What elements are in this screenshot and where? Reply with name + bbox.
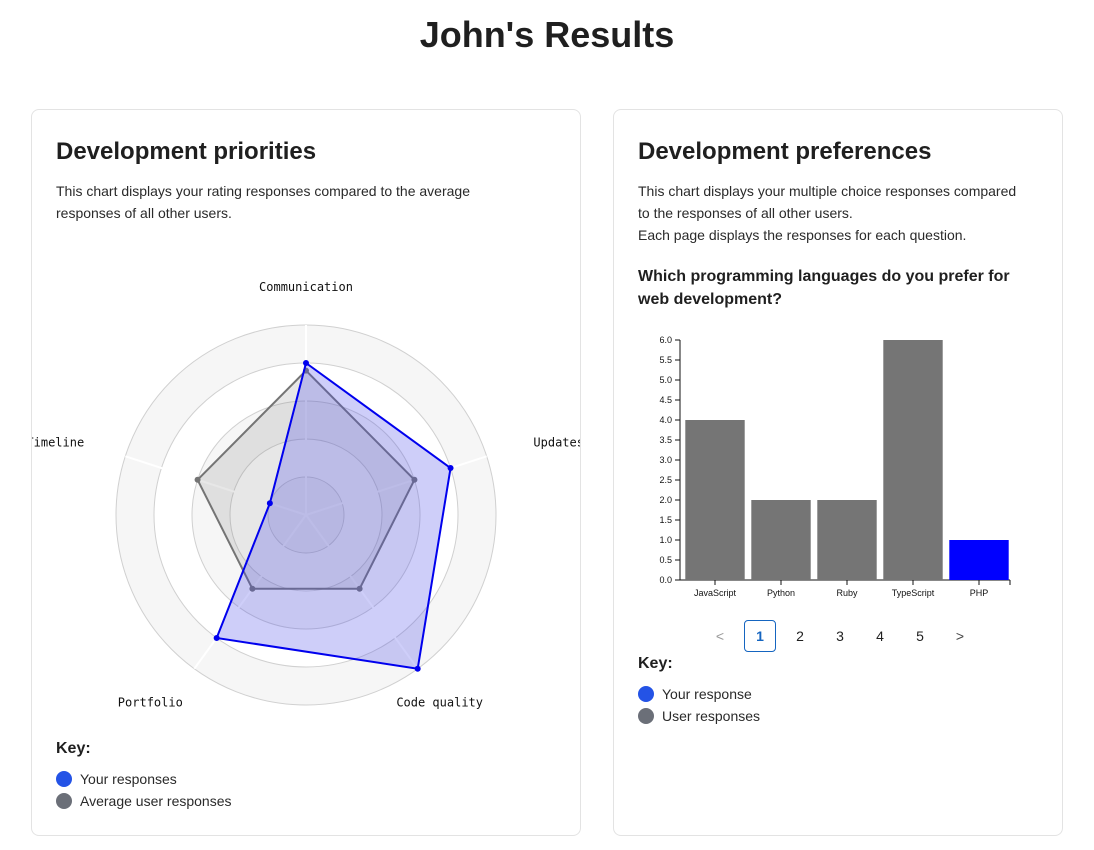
your-response-dot-icon [638, 686, 654, 702]
key-item-your-response: Your response [638, 686, 752, 702]
average-responses-dot-icon [56, 793, 72, 809]
x-tick-label: Ruby [836, 588, 858, 598]
radar-axis-label: Updates [533, 435, 580, 449]
y-tick-label: 6.0 [659, 335, 672, 345]
bar [685, 420, 745, 580]
bar [883, 340, 943, 580]
radar-axis-label: Code quality [396, 696, 483, 710]
preferences-title: Development preferences [638, 138, 932, 165]
radar-point [213, 634, 220, 641]
preferences-description: This chart displays your multiple choice… [638, 180, 1016, 246]
x-tick-label: JavaScript [694, 588, 737, 598]
user-responses-dot-icon [638, 708, 654, 724]
key-item-user-responses: User responses [638, 708, 760, 724]
priorities-description: This chart displays your rating response… [56, 180, 470, 224]
radar-axis-label: Communication [259, 280, 353, 294]
your-responses-dot-icon [56, 771, 72, 787]
bar [751, 500, 811, 580]
y-tick-label: 3.0 [659, 455, 672, 465]
radar-point [414, 665, 421, 672]
preferences-desc-line: Each page displays the responses for eac… [638, 227, 967, 243]
x-tick-label: Python [767, 588, 795, 598]
page-title: John's Results [419, 14, 675, 55]
page-button-1[interactable]: 1 [744, 620, 776, 652]
priorities-key-title: Key: [56, 740, 91, 757]
y-tick-label: 1.5 [659, 515, 672, 525]
y-tick-label: 0.0 [659, 575, 672, 585]
y-tick-label: 5.5 [659, 355, 672, 365]
radar-chart: Communication Updates Code quality Portfoli… [32, 280, 580, 710]
bar-chart: 0.0 0.5 1.0 1.5 2.0 2.5 3.0 3.5 4.0 4.5 5.0 5.5 6.0 J… [659, 335, 1011, 598]
key-label: Your response [662, 686, 752, 702]
y-tick-label: 2.0 [659, 495, 672, 505]
radar-point [266, 500, 273, 507]
preferences-card: Development preferences This chart displ… [613, 109, 1063, 836]
y-tick-label: 4.0 [659, 415, 672, 425]
y-tick-label: 3.5 [659, 435, 672, 445]
y-tick-label: 1.0 [659, 535, 672, 545]
bar [949, 540, 1009, 580]
y-tick-label: 2.5 [659, 475, 672, 485]
chevron-right-icon[interactable]: > [944, 620, 976, 652]
chevron-left-icon[interactable]: < [704, 620, 736, 652]
priorities-desc-line: This chart displays your rating response… [56, 183, 470, 199]
key-label: Average user responses [80, 793, 232, 809]
priorities-card: Development priorities This chart displa… [31, 109, 581, 836]
y-tick-label: 4.5 [659, 395, 672, 405]
pagination: < 1 2 3 4 5 > [704, 620, 984, 652]
page-button-3[interactable]: 3 [824, 620, 856, 652]
radar-point [447, 465, 454, 472]
x-tick-label: TypeScript [892, 588, 935, 598]
question-text: Which programming languages do you prefe… [638, 268, 1010, 308]
preferences-desc-line: This chart displays your multiple choice… [638, 183, 1017, 199]
preferences-key-title: Key: [638, 655, 673, 672]
bar [817, 500, 877, 580]
radar-point [194, 476, 201, 483]
key-label: Your responses [80, 771, 177, 787]
key-item-your-responses: Your responses [56, 771, 177, 787]
page-button-5[interactable]: 5 [904, 620, 936, 652]
key-item-average-responses: Average user responses [56, 793, 232, 809]
y-tick-label: 5.0 [659, 375, 672, 385]
radar-axis-label: Portfolio [118, 696, 183, 710]
preferences-desc-line: to the responses of all other users. [638, 205, 853, 221]
priorities-title: Development priorities [56, 138, 317, 165]
y-tick-label: 0.5 [659, 555, 672, 565]
priorities-desc-line: responses of all other users. [56, 205, 232, 221]
radar-axis-label: Timeline [32, 435, 84, 449]
radar-point [303, 360, 309, 366]
x-tick-label: PHP [970, 588, 989, 598]
key-label: User responses [662, 708, 761, 724]
page-button-2[interactable]: 2 [784, 620, 816, 652]
page-button-4[interactable]: 4 [864, 620, 896, 652]
